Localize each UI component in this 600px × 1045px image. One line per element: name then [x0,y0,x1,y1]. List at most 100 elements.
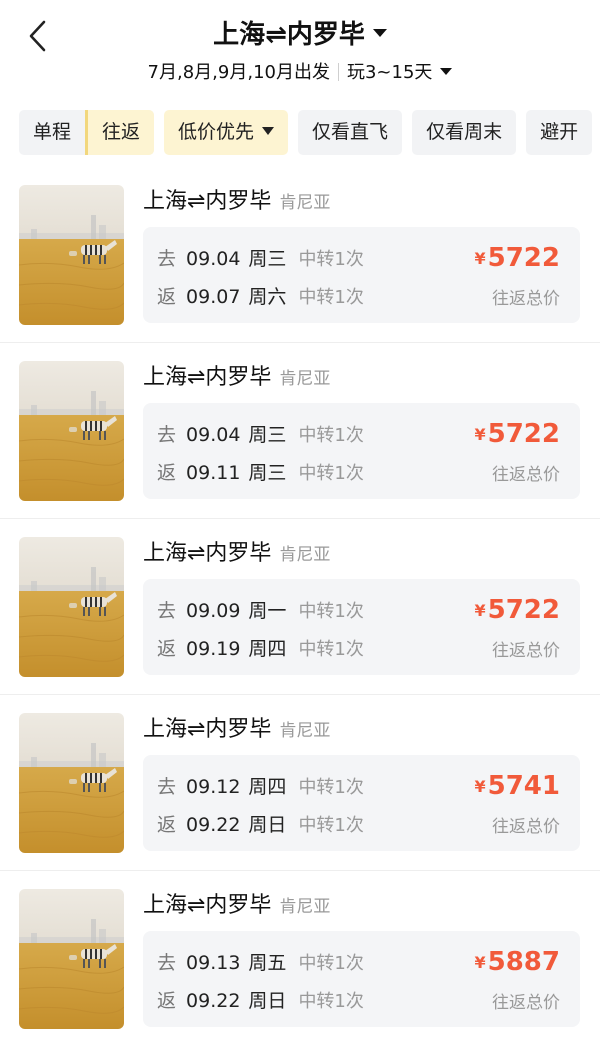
sort-label: 低价优先 [178,121,255,143]
route-label: 上海⇌内罗毕 [143,893,272,918]
savanna-zebra-image [19,713,124,853]
route-title-selector[interactable]: 上海⇌内罗毕 [0,14,600,51]
return-leg: 返 09.22 周日 中转1次 [157,986,364,1013]
outbound-leg: 去 09.13 周五 中转1次 [157,948,364,975]
route-label: 上海⇌内罗毕 [143,189,272,214]
destination-photo [19,713,124,853]
price-note: 往返总价 [492,817,560,837]
route-label: 上海⇌内罗毕 [143,365,272,390]
outbound-tag: 去 [157,952,177,974]
return-date: 09.19 [186,638,241,660]
outbound-weekday: 周四 [248,776,287,798]
outbound-tag: 去 [157,600,177,622]
price-value: 5887 [487,947,560,977]
result-card[interactable]: 上海⇌内罗毕 肯尼亚 去 09.04 周三 中转1次 返 09.11 周三 中转1次 ¥572… [0,343,600,519]
outbound-date: 09.04 [186,424,241,446]
trip-oneway-option[interactable]: 单程 [19,110,85,155]
return-tag: 返 [157,990,177,1012]
return-stops: 中转1次 [298,991,364,1012]
savanna-zebra-image [19,889,124,1029]
return-leg: 返 09.11 周三 中转1次 [157,458,364,485]
result-card[interactable]: 上海⇌内罗毕 肯尼亚 去 09.09 周一 中转1次 返 09.19 周四 中转1次 ¥572… [0,519,600,695]
destination-photo [19,185,124,325]
outbound-weekday: 周三 [248,424,287,446]
price-value: 5722 [487,595,560,625]
price: ¥5722 [474,243,560,273]
outbound-leg: 去 09.04 周三 中转1次 [157,244,364,271]
return-date: 09.22 [186,814,241,836]
price-note: 往返总价 [492,993,560,1013]
return-weekday: 周四 [248,638,287,660]
depart-months[interactable]: 7月,8月,9月,10月出发 [148,62,330,83]
price-value: 5741 [487,771,560,801]
country-label: 肯尼亚 [279,897,331,917]
caret-down-icon [262,126,275,135]
outbound-stops: 中转1次 [298,601,364,622]
price-note: 往返总价 [492,289,560,309]
weekend-only-filter[interactable]: 仅看周末 [412,110,517,155]
savanna-zebra-image [19,361,124,501]
outbound-stops: 中转1次 [298,425,364,446]
result-card[interactable]: 上海⇌内罗毕 肯尼亚 去 09.04 周三 中转1次 返 09.07 周六 中转1次 ¥572… [0,167,600,343]
return-leg: 返 09.07 周六 中转1次 [157,282,364,309]
return-tag: 返 [157,638,177,660]
price: ¥5722 [474,595,560,625]
top-bar: 上海⇌内罗毕 7月,8月,9月,10月出发 玩3~15天 [0,0,600,100]
duration-selector[interactable]: 玩3~15天 [346,62,453,83]
outbound-date: 09.13 [186,952,241,974]
duration-label: 玩3~15天 [346,62,433,83]
savanna-zebra-image [19,185,124,325]
country-label: 肯尼亚 [279,545,331,565]
price-value: 5722 [487,419,560,449]
return-weekday: 周日 [248,814,287,836]
caret-down-icon [372,28,387,37]
destination-photo [19,361,124,501]
price-note: 往返总价 [492,465,560,485]
currency-symbol: ¥ [474,425,486,444]
outbound-date: 09.04 [186,248,241,270]
route-label: 上海⇌内罗毕 [143,541,272,566]
route-line: 上海⇌内罗毕 肯尼亚 [143,711,330,743]
return-stops: 中转1次 [298,463,364,484]
return-tag: 返 [157,286,177,308]
outbound-weekday: 周五 [248,952,287,974]
trip-options: 7月,8月,9月,10月出发 玩3~15天 [0,58,600,84]
outbound-weekday: 周三 [248,248,287,270]
country-label: 肯尼亚 [279,721,331,741]
route-line: 上海⇌内罗毕 肯尼亚 [143,535,330,567]
return-leg: 返 09.19 周四 中转1次 [157,634,364,661]
currency-symbol: ¥ [474,777,486,796]
trip-type-toggle: 单程 往返 [19,110,155,155]
price-value: 5722 [487,243,560,273]
outbound-tag: 去 [157,776,177,798]
direct-only-filter[interactable]: 仅看直飞 [298,110,403,155]
trip-roundtrip-option[interactable]: 往返 [85,110,155,155]
outbound-date: 09.09 [186,600,241,622]
result-list: 上海⇌内罗毕 肯尼亚 去 09.04 周三 中转1次 返 09.07 周六 中转1次 ¥572… [0,167,600,1045]
itinerary-box: 去 09.12 周四 中转1次 返 09.22 周日 中转1次 ¥5741 往返总价 [143,755,580,851]
return-tag: 返 [157,814,177,836]
itinerary-box: 去 09.13 周五 中转1次 返 09.22 周日 中转1次 ¥5887 往返总价 [143,931,580,1027]
price-note: 往返总价 [492,641,560,661]
result-card[interactable]: 上海⇌内罗毕 肯尼亚 去 09.13 周五 中转1次 返 09.22 周日 中转1次 ¥588… [0,871,600,1045]
price: ¥5722 [474,419,560,449]
outbound-leg: 去 09.09 周一 中转1次 [157,596,364,623]
return-date: 09.11 [186,462,241,484]
return-stops: 中转1次 [298,639,364,660]
route-title: 上海⇌内罗毕 [213,20,365,50]
destination-photo [19,537,124,677]
country-label: 肯尼亚 [279,193,331,213]
outbound-date: 09.12 [186,776,241,798]
price: ¥5887 [474,947,560,977]
country-label: 肯尼亚 [279,369,331,389]
result-card[interactable]: 上海⇌内罗毕 肯尼亚 去 09.12 周四 中转1次 返 09.22 周日 中转1次 ¥574… [0,695,600,871]
currency-symbol: ¥ [474,249,486,268]
sort-dropdown[interactable]: 低价优先 [164,110,289,155]
outbound-weekday: 周一 [248,600,287,622]
filter-bar: 单程 往返 低价优先 仅看直飞 仅看周末 避开 [19,110,600,155]
return-tag: 返 [157,462,177,484]
destination-photo [19,889,124,1029]
avoid-filter[interactable]: 避开 [526,110,593,155]
currency-symbol: ¥ [474,601,486,620]
return-stops: 中转1次 [298,815,364,836]
